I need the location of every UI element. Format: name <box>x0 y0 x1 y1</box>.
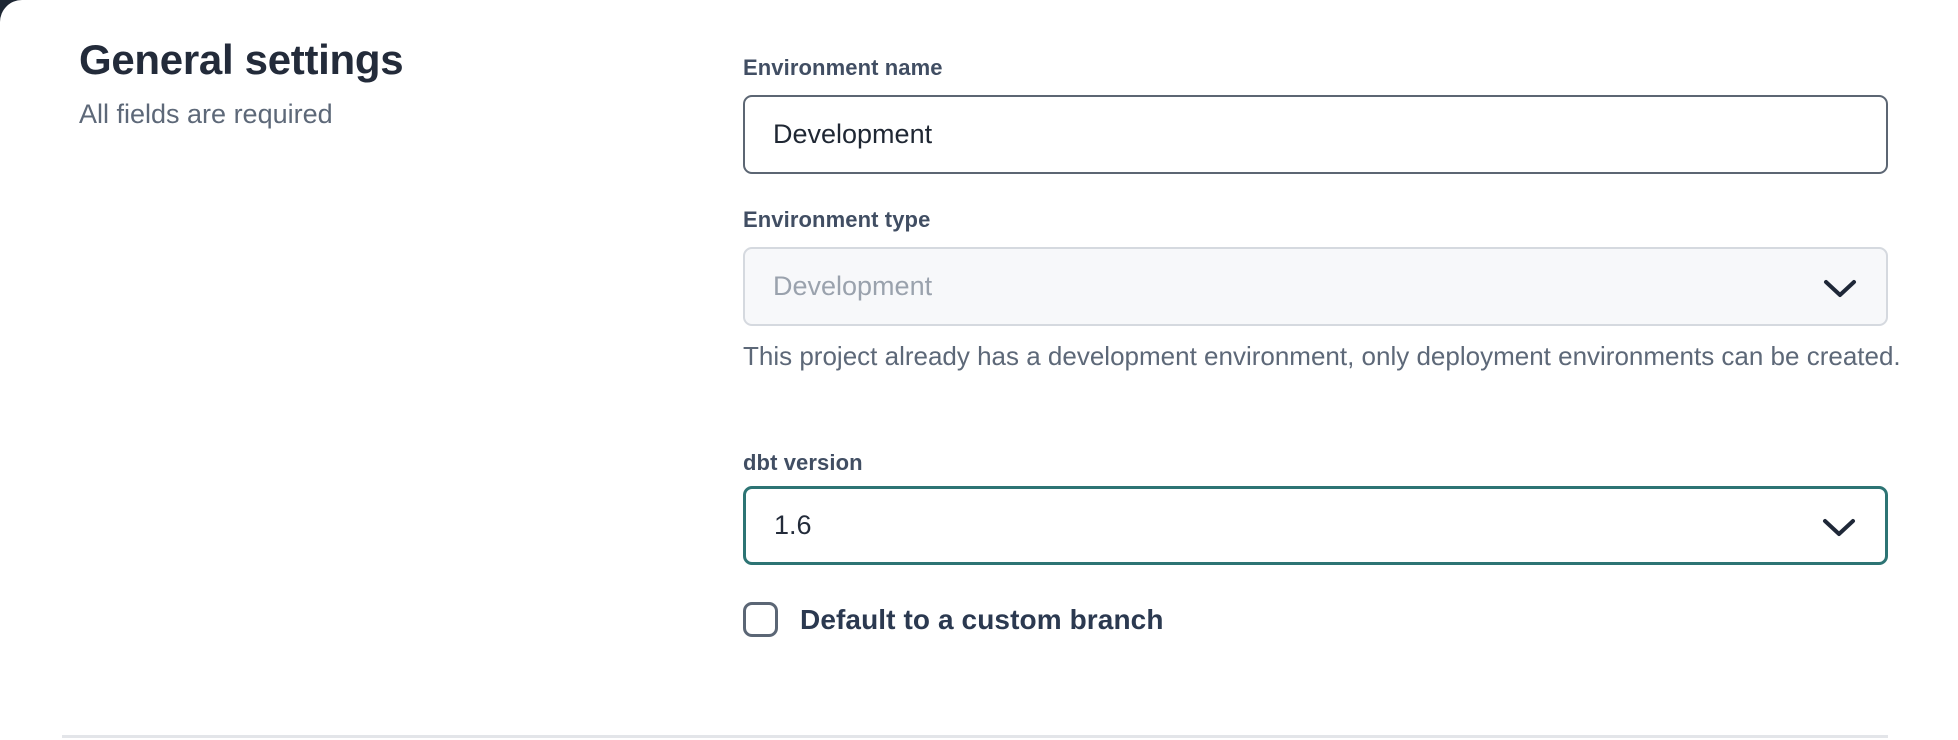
chevron-down-icon <box>1821 517 1857 539</box>
dbt-version-value: 1.6 <box>774 510 812 541</box>
environment-type-select: Development <box>743 247 1888 326</box>
custom-branch-checkbox[interactable] <box>743 602 778 637</box>
environment-type-label: Environment type <box>743 207 930 233</box>
environment-type-help: This project already has a development e… <box>743 336 1903 376</box>
custom-branch-row[interactable]: Default to a custom branch <box>743 602 1164 637</box>
section-divider <box>62 735 1888 738</box>
custom-branch-label[interactable]: Default to a custom branch <box>800 604 1164 636</box>
dbt-version-label: dbt version <box>743 450 863 476</box>
dbt-version-select[interactable]: 1.6 <box>743 486 1888 565</box>
page-title: General settings <box>79 34 403 87</box>
section-header: General settings All fields are required <box>79 34 403 132</box>
environment-name-input[interactable] <box>743 95 1888 174</box>
section-subtitle: All fields are required <box>79 97 403 132</box>
environment-type-value: Development <box>773 271 932 302</box>
general-settings-card: General settings All fields are required… <box>0 0 1958 740</box>
environment-name-label: Environment name <box>743 55 943 81</box>
chevron-down-icon <box>1822 278 1858 300</box>
